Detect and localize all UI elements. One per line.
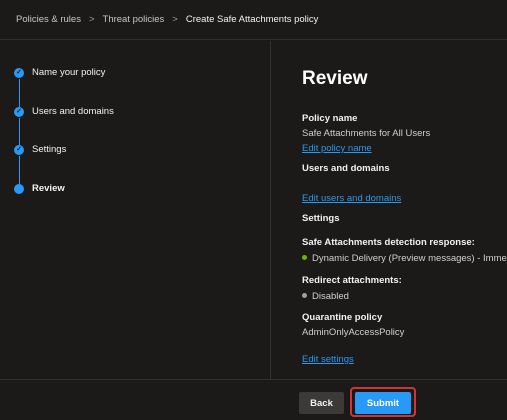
step-connector <box>18 79 20 108</box>
dot-icon <box>14 183 24 194</box>
policy-name-heading: Policy name <box>302 113 358 124</box>
step-label: Review <box>32 183 65 194</box>
redirect-attachments-text: Disabled <box>312 291 349 302</box>
wizard-steps-panel: ✓ Name your policy ✓ Users and domains ✓… <box>0 41 271 379</box>
settings-heading: Settings <box>302 213 340 224</box>
policy-name-value: Safe Attachments for All Users <box>302 128 431 139</box>
review-panel: Review Policy name Safe Attachments for … <box>302 41 507 379</box>
detection-response-text: Dynamic Delivery (Preview messages) - Im… <box>312 253 507 264</box>
step-label: Settings <box>32 144 67 155</box>
redirect-attachments-heading: Redirect attachments: <box>302 275 402 286</box>
status-dot-icon <box>302 254 307 260</box>
step-label: Name your policy <box>32 67 106 78</box>
back-button[interactable]: Back <box>299 392 344 414</box>
detection-response-value: Dynamic Delivery (Preview messages) - Im… <box>302 253 507 264</box>
footer-bar: Back Submit <box>0 379 507 420</box>
edit-settings-link[interactable]: Edit settings <box>302 354 354 365</box>
status-dot-icon <box>302 292 307 298</box>
quarantine-policy-value: AdminOnlyAccessPolicy <box>302 327 405 338</box>
breadcrumb-threat-policies[interactable]: Threat policies <box>103 14 165 25</box>
submit-button[interactable]: Submit <box>355 392 411 414</box>
step-connector <box>18 156 20 186</box>
detection-response-heading: Safe Attachments detection response: <box>302 237 475 248</box>
check-icon: ✓ <box>14 106 24 117</box>
breadcrumb-policies-rules[interactable]: Policies & rules <box>16 14 81 25</box>
chevron-right-icon: > <box>88 14 95 25</box>
check-icon: ✓ <box>14 144 24 155</box>
step-review[interactable]: Review <box>14 183 65 194</box>
breadcrumb: Policies & rules > Threat policies > Cre… <box>0 0 507 40</box>
quarantine-policy-heading: Quarantine policy <box>302 312 383 323</box>
redirect-attachments-value: Disabled <box>302 291 349 302</box>
step-connector <box>18 118 20 147</box>
edit-users-domains-link[interactable]: Edit users and domains <box>302 193 401 204</box>
edit-policy-name-link[interactable]: Edit policy name <box>302 143 372 154</box>
users-domains-heading: Users and domains <box>302 163 390 174</box>
step-label: Users and domains <box>32 106 114 117</box>
check-icon: ✓ <box>14 67 24 78</box>
page-title: Review <box>302 68 368 89</box>
breadcrumb-current-page: Create Safe Attachments policy <box>185 14 319 25</box>
step-name-your-policy[interactable]: ✓ Name your policy <box>14 67 105 78</box>
chevron-right-icon: > <box>172 14 178 25</box>
step-settings[interactable]: ✓ Settings <box>14 144 66 155</box>
step-users-and-domains[interactable]: ✓ Users and domains <box>14 106 114 117</box>
